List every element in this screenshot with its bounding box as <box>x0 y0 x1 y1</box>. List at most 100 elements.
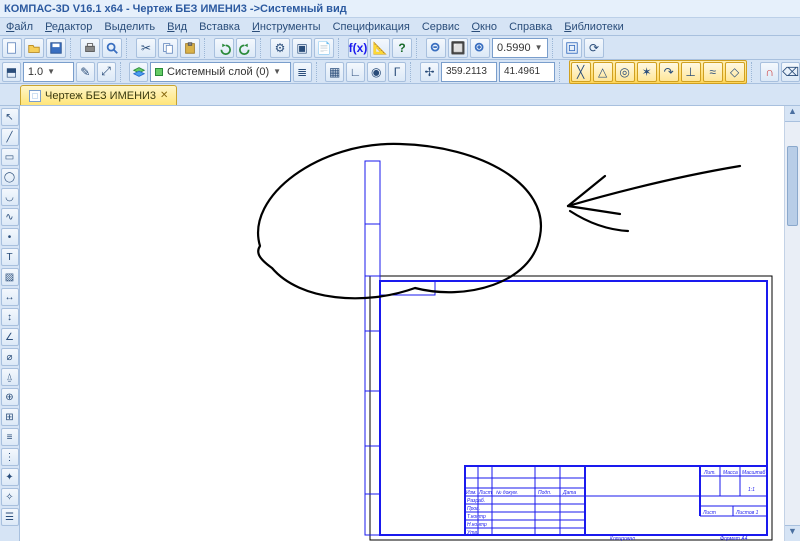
snap-group: ╳ △ ◎ ✶ ↷ ⊥ ≈ ◇ <box>569 60 747 84</box>
scroll-down-icon[interactable]: ▼ <box>785 525 800 541</box>
tool-icon[interactable]: 📐 <box>370 38 390 58</box>
coord-y-readout[interactable] <box>499 62 555 82</box>
snap-round-icon[interactable]: ◉ <box>367 62 386 82</box>
layer-manage-icon[interactable]: ≣ <box>293 62 312 82</box>
menu-tools[interactable]: Инструменты <box>252 21 321 33</box>
tool-icon[interactable]: ▣ <box>292 38 312 58</box>
hatch-tool-icon[interactable]: ▨ <box>1 268 19 286</box>
svg-text:Изм.: Изм. <box>466 490 477 496</box>
tool-icon[interactable]: ⌀ <box>1 348 19 366</box>
arc-tool-icon[interactable]: ◡ <box>1 188 19 206</box>
menu-libs[interactable]: Библиотеки <box>564 21 624 33</box>
menu-insert[interactable]: Вставка <box>199 21 240 33</box>
snap-intersect-icon[interactable]: ✶ <box>637 62 657 82</box>
snap-tangent-icon[interactable]: ↷ <box>659 62 679 82</box>
tool-icon[interactable]: ≡ <box>1 428 19 446</box>
point-tool-icon[interactable]: • <box>1 228 19 246</box>
tool-icon[interactable]: ⚙ <box>270 38 290 58</box>
tab-current-document[interactable]: Чертеж БЕЗ ИМЕНИ3 ✕ <box>20 85 177 105</box>
scrollbar-thumb[interactable] <box>787 146 798 226</box>
magnet-icon[interactable]: ∩ <box>760 62 779 82</box>
menu-view[interactable]: Вид <box>167 21 187 33</box>
menu-service[interactable]: Сервис <box>422 21 460 33</box>
help-icon[interactable]: ? <box>392 38 412 58</box>
title-block: Изм. Лист № докум. Подп. Дата Разраб. Пр… <box>465 466 767 536</box>
new-icon[interactable] <box>2 38 22 58</box>
zoom-in-icon[interactable] <box>470 38 490 58</box>
separator-icon <box>410 62 416 82</box>
tool-icon[interactable]: ⍙ <box>1 368 19 386</box>
snap-end-icon[interactable]: ╳ <box>571 62 591 82</box>
select-tool-icon[interactable]: ↖ <box>1 108 19 126</box>
rect-tool-icon[interactable]: ▭ <box>1 148 19 166</box>
ortho-icon[interactable]: ∟ <box>346 62 365 82</box>
tool-icon[interactable]: ⊕ <box>1 388 19 406</box>
vertical-scrollbar[interactable]: ▲ ▼ <box>784 106 800 541</box>
copy-icon[interactable] <box>158 38 178 58</box>
separator-icon <box>751 62 757 82</box>
tool-icon[interactable]: ✦ <box>1 468 19 486</box>
refresh-icon[interactable]: ⟳ <box>584 38 604 58</box>
zoom-value-combo[interactable]: 0.5990▼ <box>492 38 548 58</box>
menu-select[interactable]: Выделить <box>104 21 155 33</box>
menu-window[interactable]: Окно <box>471 21 497 33</box>
layer-icon[interactable] <box>129 62 148 82</box>
tool-icon[interactable]: ⌫ <box>781 62 800 82</box>
menu-editor[interactable]: Редактор <box>45 21 92 33</box>
tool-icon[interactable]: ✧ <box>1 488 19 506</box>
snap-center-icon[interactable]: ◎ <box>615 62 635 82</box>
cut-icon[interactable]: ✂ <box>136 38 156 58</box>
scroll-up-icon[interactable]: ▲ <box>785 106 800 122</box>
circle-tool-icon[interactable]: ◯ <box>1 168 19 186</box>
print-icon[interactable] <box>80 38 100 58</box>
layer-combo[interactable]: Системный слой (0)▼ <box>150 62 291 82</box>
coord-x-readout[interactable] <box>441 62 497 82</box>
scale-value: 1.0 <box>28 66 43 78</box>
separator-icon <box>204 38 210 58</box>
tool-icon[interactable]: ⊞ <box>1 408 19 426</box>
line-tool-icon[interactable]: ╱ <box>1 128 19 146</box>
zoom-fit-icon[interactable] <box>562 38 582 58</box>
menu-spec[interactable]: Спецификация <box>333 21 410 33</box>
drawing-viewport: Изм. Лист № докум. Подп. Дата Разраб. Пр… <box>20 106 784 541</box>
redo-icon[interactable] <box>236 38 256 58</box>
snap-node-icon[interactable]: ◇ <box>725 62 745 82</box>
save-icon[interactable] <box>46 38 66 58</box>
svg-text:№ докум.: № докум. <box>496 490 518 496</box>
dim-tool-icon[interactable]: ↔ <box>1 288 19 306</box>
left-revision-column <box>365 161 380 535</box>
tool-icon[interactable]: ⋮ <box>1 448 19 466</box>
separator-icon <box>316 62 322 82</box>
grid-icon[interactable]: ▦ <box>325 62 344 82</box>
snap-mid-icon[interactable]: △ <box>593 62 613 82</box>
snap-near-icon[interactable]: ≈ <box>703 62 723 82</box>
snap-icon[interactable]: Γ <box>388 62 407 82</box>
svg-text:Лит.: Лит. <box>703 470 716 476</box>
drawing-canvas[interactable]: Изм. Лист № докум. Подп. Дата Разраб. Пр… <box>20 106 800 541</box>
tool-icon[interactable]: ✎ <box>76 62 95 82</box>
text-tool-icon[interactable]: T <box>1 248 19 266</box>
close-icon[interactable]: ✕ <box>160 90 168 101</box>
menu-help[interactable]: Справка <box>509 21 552 33</box>
snap-perp-icon[interactable]: ⊥ <box>681 62 701 82</box>
svg-text:Т.контр: Т.контр <box>467 514 486 520</box>
tool-icon[interactable]: ⬒ <box>2 62 21 82</box>
fx-icon[interactable]: f(x) <box>348 38 368 58</box>
tool-icon[interactable]: ☰ <box>1 508 19 526</box>
menu-file[interactable]: Файл <box>6 21 33 33</box>
svg-text:Пров.: Пров. <box>467 506 480 512</box>
coord-type-icon[interactable]: ✢ <box>420 62 439 82</box>
spline-tool-icon[interactable]: ∿ <box>1 208 19 226</box>
copied-note: Копировал <box>610 536 635 541</box>
paste-icon[interactable] <box>180 38 200 58</box>
undo-icon[interactable] <box>214 38 234 58</box>
scale-combo[interactable]: 1.0▼ <box>23 62 74 82</box>
tool-icon[interactable]: 📄 <box>314 38 334 58</box>
preview-icon[interactable] <box>102 38 122 58</box>
tool-icon[interactable]: ∠ <box>1 328 19 346</box>
tool-icon[interactable]: ⤢ <box>97 62 116 82</box>
tool-icon[interactable]: ↕ <box>1 308 19 326</box>
open-icon[interactable] <box>24 38 44 58</box>
zoom-window-icon[interactable]: 🔲 <box>448 38 468 58</box>
zoom-out-icon[interactable] <box>426 38 446 58</box>
